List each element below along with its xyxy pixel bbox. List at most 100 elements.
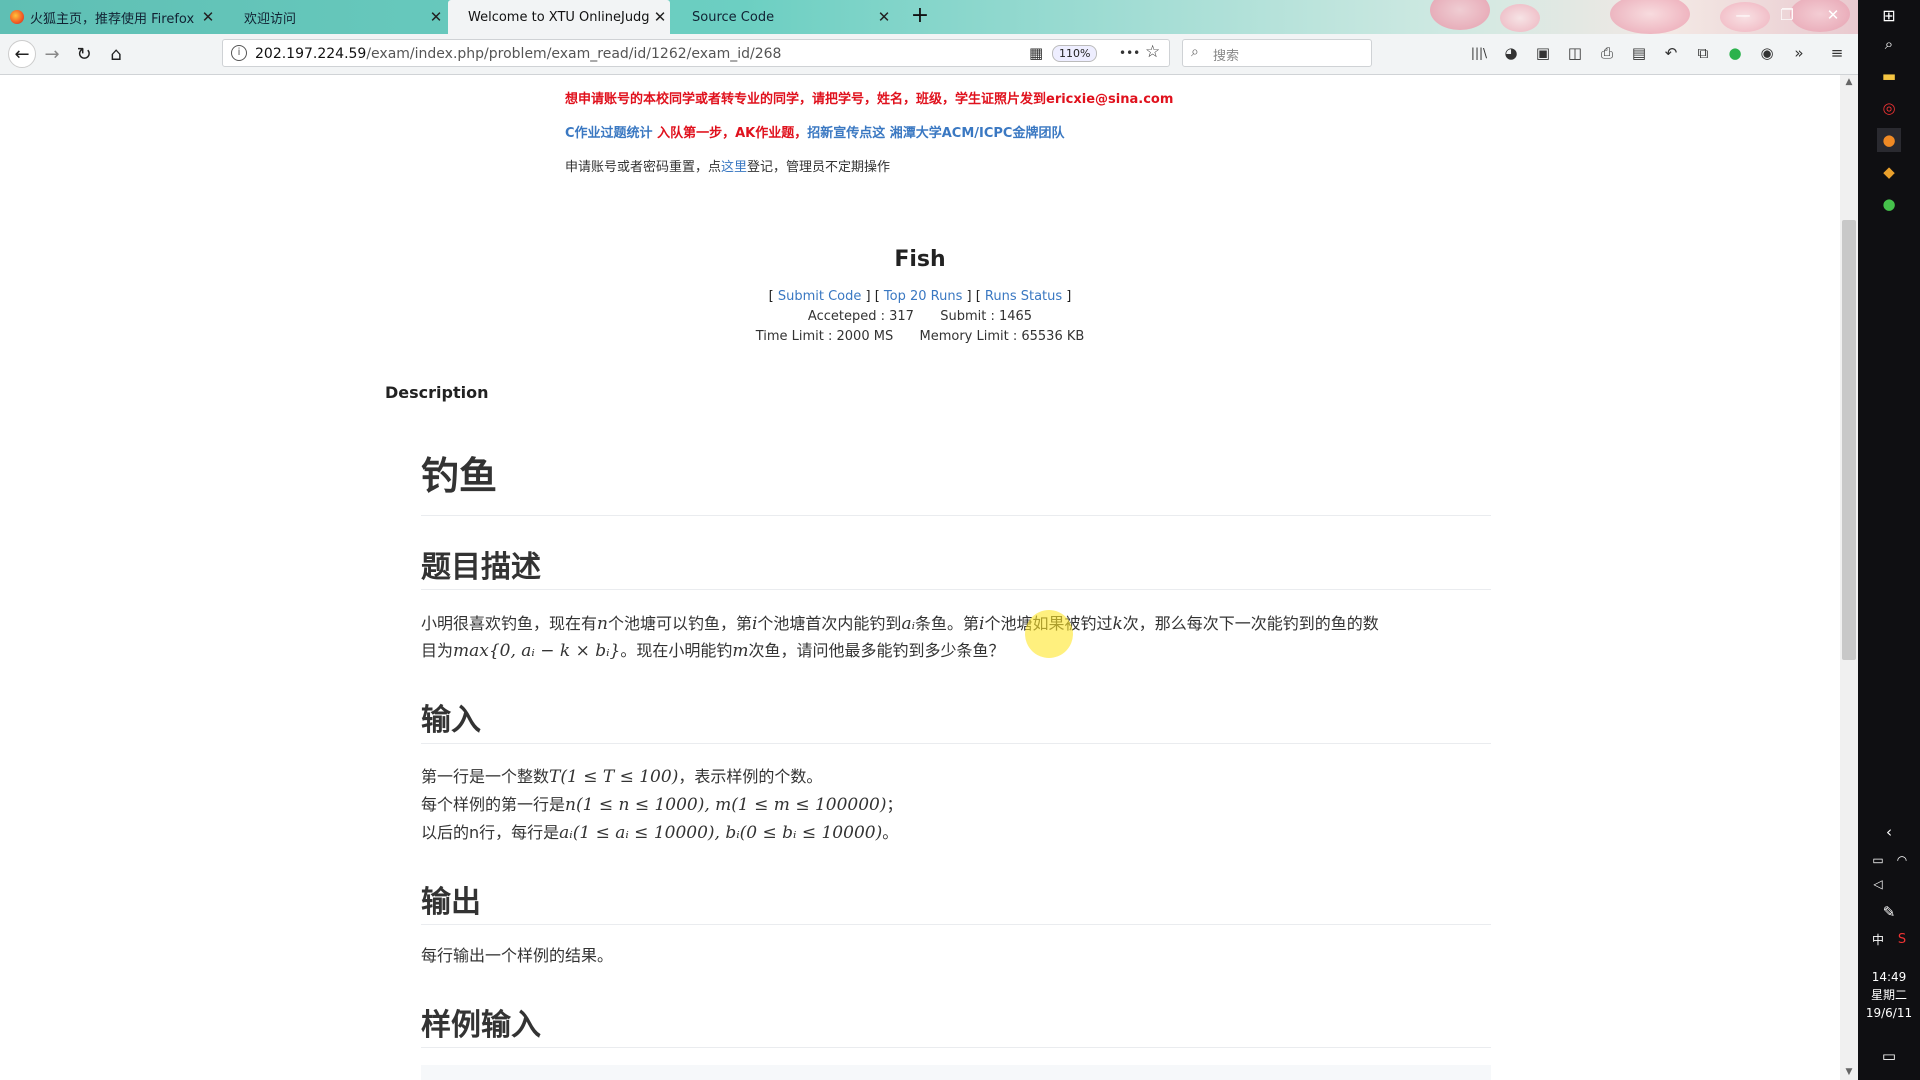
statement-heading: 钓鱼 bbox=[421, 454, 498, 498]
close-icon[interactable]: ✕ bbox=[426, 8, 446, 26]
output-line-1: 每行输出一个样例的结果。 bbox=[421, 946, 614, 965]
overflow-icon[interactable]: » bbox=[1788, 42, 1810, 64]
clock-date: 19/6/11 bbox=[1865, 1006, 1913, 1020]
runs-status-link[interactable]: Runs Status bbox=[985, 289, 1062, 304]
tab-title: Welcome to XTU OnlineJudge bbox=[468, 9, 650, 25]
ime-indicator[interactable]: 中 bbox=[1866, 928, 1890, 952]
volume-icon[interactable]: ◁ bbox=[1866, 872, 1890, 896]
clock-weekday: 星期二 bbox=[1870, 988, 1907, 1002]
back-button[interactable]: ← bbox=[8, 40, 36, 68]
search-icon[interactable]: ⌕ bbox=[1877, 32, 1901, 56]
account-icon[interactable]: ◉ bbox=[1756, 42, 1778, 64]
page-actions-icon[interactable]: ••• bbox=[1119, 46, 1140, 60]
forward-button[interactable]: → bbox=[40, 42, 64, 66]
library-icon[interactable]: |||\ bbox=[1468, 42, 1490, 64]
minimize-button[interactable]: — bbox=[1728, 6, 1758, 24]
sidebar-icon[interactable]: ◫ bbox=[1564, 42, 1586, 64]
battery-icon[interactable]: ▭ bbox=[1866, 848, 1890, 872]
notification-icon[interactable]: ▭ bbox=[1877, 1044, 1901, 1068]
sample-input-block bbox=[421, 1065, 1491, 1080]
close-icon[interactable]: ✕ bbox=[874, 8, 894, 26]
new-tab-button[interactable]: + bbox=[906, 3, 934, 28]
homework-stats-link[interactable]: C作业过题统计 bbox=[565, 126, 653, 141]
undo-icon[interactable]: ↶ bbox=[1660, 42, 1682, 64]
zoom-indicator[interactable]: 110% bbox=[1052, 45, 1098, 62]
tab-title: 火狐主页，推荐使用 Firefox 火 bbox=[30, 11, 198, 27]
address-bar[interactable]: i 202.197.224.59/exam/index.php/problem/… bbox=[222, 39, 1170, 67]
section-heading-input: 输入 bbox=[421, 703, 481, 738]
divider bbox=[421, 589, 1491, 590]
app-red-icon[interactable]: ◎ bbox=[1877, 96, 1901, 120]
sync-icon[interactable]: ⧉ bbox=[1692, 42, 1714, 64]
menu-icon[interactable]: ≡ bbox=[1826, 42, 1848, 64]
scrollbar-thumb[interactable] bbox=[1842, 220, 1856, 660]
description-label: Description bbox=[385, 383, 489, 402]
home-button[interactable]: ⌂ bbox=[104, 42, 128, 66]
notice-apply-account: 想申请账号的本校同学或者转专业的同学，请把学号，姓名，班级，学生证照片发到eri… bbox=[565, 92, 1174, 107]
divider bbox=[421, 1047, 1491, 1048]
search-placeholder: 搜索 bbox=[1213, 49, 1240, 64]
pen-icon[interactable]: ✎ bbox=[1877, 900, 1901, 924]
windows-start-icon[interactable]: ⊞ bbox=[1877, 4, 1901, 28]
page-content: 想申请账号的本校同学或者转专业的同学，请把学号，姓名，班级，学生证照片发到eri… bbox=[0, 75, 1840, 1080]
description-line-1: 小明很喜欢钓鱼，现在有n个池塘可以钓鱼，第i个池塘首次内能钓到aᵢ条鱼。第i个池… bbox=[421, 614, 1379, 634]
chevron-left-icon[interactable]: ‹ bbox=[1877, 820, 1901, 844]
tab-source-code[interactable]: Source Code ✕ bbox=[672, 0, 894, 34]
page-scrollbar[interactable]: ▲ ▼ bbox=[1840, 75, 1858, 1080]
windows-taskbar: ⊞ ⌕ ▬ ◎ ● ◆ ● ‹ ▭ ◠ ◁ ✎ 中 S 14:49 星期二 19… bbox=[1858, 0, 1920, 1080]
bookmark-star-icon[interactable]: ☆ bbox=[1145, 42, 1160, 62]
screenshot-icon[interactable]: ▤ bbox=[1628, 42, 1650, 64]
section-heading-output: 输出 bbox=[421, 885, 481, 920]
notice-reset: 申请账号或者密码重置，点这里登记，管理员不定期操作 bbox=[565, 156, 890, 175]
tab-welcome[interactable]: 欢迎访问 ✕ bbox=[224, 0, 446, 34]
scroll-down-icon[interactable]: ▼ bbox=[1840, 1067, 1858, 1077]
problem-title: Fish bbox=[894, 247, 946, 272]
app-orange-icon[interactable]: ◆ bbox=[1877, 160, 1901, 184]
top20-runs-link[interactable]: Top 20 Runs bbox=[884, 289, 962, 304]
submit-code-link[interactable]: Submit Code bbox=[778, 289, 862, 304]
file-explorer-icon[interactable]: ▬ bbox=[1877, 64, 1901, 88]
restore-button[interactable]: ❐ bbox=[1772, 6, 1802, 24]
print-icon[interactable]: ⎙ bbox=[1596, 42, 1618, 64]
url-text[interactable]: 202.197.224.59/exam/index.php/problem/ex… bbox=[255, 46, 781, 62]
site-info-icon[interactable]: i bbox=[231, 45, 247, 61]
firefox-taskbar-icon[interactable]: ● bbox=[1877, 128, 1901, 152]
reload-icon: ↻ bbox=[76, 43, 92, 65]
description-line-2: 目为max{0, aᵢ − k × bᵢ}。现在小明能钓m次鱼，请问他最多能钓到… bbox=[421, 641, 1005, 661]
divider bbox=[421, 515, 1491, 516]
tab-firefox-home[interactable]: 火狐主页，推荐使用 Firefox 火 ✕ bbox=[0, 0, 218, 34]
reload-button[interactable]: ↻ bbox=[72, 42, 96, 66]
time-limit: Time Limit : 2000 MS bbox=[755, 329, 894, 344]
url-path: /exam/index.php/problem/exam_read/id/126… bbox=[366, 46, 782, 62]
close-icon[interactable]: ✕ bbox=[198, 8, 218, 26]
extension-icon[interactable]: ▣ bbox=[1532, 42, 1554, 64]
section-heading-sample-input: 样例输入 bbox=[421, 1008, 541, 1043]
qr-code-icon[interactable]: ▦ bbox=[1029, 44, 1043, 62]
green-extension-icon[interactable]: ● bbox=[1724, 42, 1746, 64]
section-heading-description: 题目描述 bbox=[421, 550, 541, 585]
tab-xtu-onlinejudge[interactable]: Welcome to XTU OnlineJudge ✕ bbox=[448, 0, 670, 34]
firefox-icon bbox=[10, 10, 24, 24]
close-window-button[interactable]: ✕ bbox=[1818, 6, 1848, 24]
input-line-3: 以后的n行，每行是aᵢ(1 ≤ aᵢ ≤ 10000), bᵢ(0 ≤ bᵢ ≤… bbox=[421, 823, 899, 843]
notice-links: C作业过题统计 入队第一步，AK作业题，招新宣传点这 湘潭大学ACM/ICPC金… bbox=[565, 122, 1064, 141]
home-icon: ⌂ bbox=[110, 43, 122, 65]
tab-title: Source Code bbox=[692, 9, 775, 25]
scroll-up-icon[interactable]: ▲ bbox=[1840, 77, 1858, 87]
search-input[interactable]: ⌕ 搜索 bbox=[1182, 39, 1372, 67]
app-green-icon[interactable]: ● bbox=[1877, 192, 1901, 216]
wifi-icon[interactable]: ◠ bbox=[1890, 848, 1914, 872]
recruit-link[interactable]: 招新宣传点这 湘潭大学ACM/ICPC金牌团队 bbox=[807, 126, 1064, 141]
chat-icon[interactable]: ◕ bbox=[1500, 42, 1522, 64]
notice-reset-post: 登记，管理员不定期操作 bbox=[747, 160, 891, 175]
memory-limit: Memory Limit : 65536 KB bbox=[919, 329, 1085, 344]
notice-ak-text: 入队第一步，AK作业题， bbox=[652, 126, 808, 141]
submit-count: Submit : 1465 bbox=[940, 309, 1033, 324]
back-arrow-icon: ← bbox=[14, 43, 30, 65]
register-here-link[interactable]: 这里 bbox=[721, 160, 747, 175]
system-clock[interactable]: 14:49 星期二 19/6/11 bbox=[1858, 968, 1920, 1022]
problem-links: [ Submit Code ] [ Top 20 Runs ] [ Runs S… bbox=[768, 289, 1072, 304]
close-icon[interactable]: ✕ bbox=[650, 8, 670, 26]
submit-stats: Acceteped : 317 Submit : 1465 bbox=[0, 309, 1840, 324]
sogou-icon[interactable]: S bbox=[1890, 928, 1914, 952]
